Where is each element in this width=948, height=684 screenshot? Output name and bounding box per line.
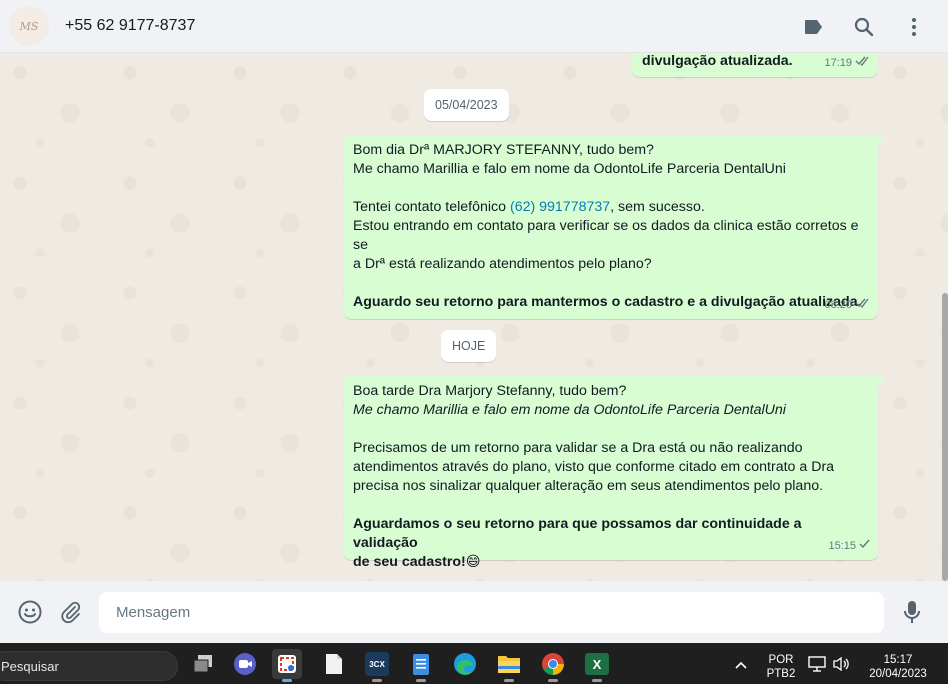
chrome-icon[interactable] — [538, 649, 568, 682]
attach-icon[interactable] — [58, 599, 84, 625]
message-meta: 15:15 — [828, 537, 871, 556]
message-bubble[interactable]: Bom dia Drª MARJORY STEFANNY, tudo bem? … — [344, 135, 885, 319]
excel-icon[interactable]: X — [582, 649, 612, 682]
running-indicator — [548, 679, 558, 682]
message-time: 15:15 — [828, 540, 856, 552]
phone-link[interactable]: (62) 991778737 — [510, 199, 610, 215]
message-line: Me chamo Marillia e falo em nome da Odon… — [353, 161, 786, 177]
clock-time: 15:17 — [883, 654, 913, 666]
running-indicator — [592, 679, 602, 682]
message-bubble-previous[interactable]: divulgação atualizada. 17:19 — [632, 53, 878, 77]
date-separator: HOJE — [441, 330, 497, 362]
double-check-icon — [855, 54, 871, 73]
chat-scrollbar[interactable] — [942, 293, 948, 581]
search-icon[interactable] — [852, 15, 876, 39]
bubble-tail — [877, 376, 885, 388]
microphone-icon[interactable] — [899, 599, 925, 625]
contact-name[interactable]: +55 62 9177-8737 — [65, 17, 195, 35]
task-view-icon[interactable] — [188, 649, 218, 679]
message-time: 08:20 — [824, 299, 852, 311]
windows-taskbar: Pesquisar 3CX X POR PTB2 15:17 20/04/202… — [0, 643, 948, 684]
message-text: de seu cadastro! — [353, 554, 466, 570]
compose-bar — [0, 581, 948, 643]
message-line: Aguardamos o seu retorno para que possam… — [353, 516, 806, 551]
message-line: Bom dia Drª MARJORY STEFANNY, tudo bem? — [353, 142, 654, 158]
message-text: Tentei contato telefônico — [353, 199, 510, 215]
message-line: Precisamos de um retorno para validar se… — [353, 440, 803, 456]
3cx-icon[interactable]: 3CX — [362, 649, 392, 682]
emoji-icon[interactable] — [17, 599, 43, 625]
keyboard-layout: PTB2 — [766, 668, 796, 680]
chat-area[interactable]: divulgação atualizada. 17:19 05/04/2023 … — [0, 53, 948, 581]
volume-icon[interactable] — [832, 656, 850, 677]
chat-header: MS +55 62 9177-8737 — [0, 0, 948, 53]
snipping-tool-icon[interactable] — [272, 649, 302, 682]
notepad-icon[interactable] — [406, 649, 436, 682]
clock[interactable]: 15:17 20/04/2023 — [862, 653, 934, 681]
avatar[interactable]: MS — [9, 6, 49, 46]
header-actions — [802, 0, 926, 53]
edge-icon[interactable] — [450, 649, 480, 679]
message-line — [353, 420, 869, 439]
bubble-tail — [877, 135, 885, 147]
clock-date: 20/04/2023 — [869, 668, 927, 680]
file-explorer-icon[interactable] — [494, 649, 524, 682]
message-line: Boa tarde Dra Marjory Stefanny, tudo bem… — [353, 383, 627, 399]
grin-emoji-icon: 😄 — [465, 554, 481, 570]
date-separator: 05/04/2023 — [424, 89, 509, 121]
single-check-icon — [859, 537, 871, 556]
network-icon[interactable] — [808, 656, 826, 677]
message-time: 17:19 — [824, 57, 852, 69]
active-indicator — [282, 679, 292, 682]
3cx-label: 3CX — [365, 652, 389, 676]
message-line: precisa nos sinalizar qualquer alteração… — [353, 478, 824, 494]
message-meta: 08:20 — [824, 296, 871, 315]
message-line — [353, 179, 869, 198]
excel-label: X — [585, 653, 609, 675]
double-check-icon — [855, 296, 871, 315]
message-line: Aguardo seu retorno para mantermos o cad… — [353, 294, 862, 310]
message-bubble[interactable]: Boa tarde Dra Marjory Stefanny, tudo bem… — [344, 376, 885, 570]
running-indicator — [372, 679, 382, 682]
message-line: de seu cadastro!😄 — [353, 553, 869, 572]
file-icon[interactable] — [319, 649, 349, 679]
running-indicator — [416, 679, 426, 682]
message-line — [353, 496, 869, 515]
message-text: , sem sucesso. — [610, 199, 705, 215]
chevron-up-icon[interactable] — [734, 657, 750, 671]
message-text: divulgação atualizada. — [642, 53, 793, 69]
message-line: atendimentos através do plano, visto que… — [353, 459, 835, 475]
language-indicator[interactable]: POR PTB2 — [764, 653, 798, 681]
label-icon[interactable] — [802, 15, 826, 39]
language-code: POR — [768, 654, 794, 666]
message-line: Me chamo Marillia e falo em nome da Odon… — [353, 402, 786, 418]
message-meta: 17:19 — [824, 54, 871, 73]
menu-icon[interactable] — [902, 15, 926, 39]
taskbar-search[interactable]: Pesquisar — [0, 651, 178, 681]
message-line: Estou entrando em contato para verificar… — [353, 218, 863, 253]
message-line: Tentei contato telefônico (62) 991778737… — [353, 198, 869, 217]
video-chat-icon[interactable] — [230, 649, 260, 679]
running-indicator — [504, 679, 514, 682]
message-line — [353, 274, 869, 293]
message-input[interactable] — [99, 592, 884, 633]
message-line: a Drª está realizando atendimentos pelo … — [353, 256, 652, 272]
